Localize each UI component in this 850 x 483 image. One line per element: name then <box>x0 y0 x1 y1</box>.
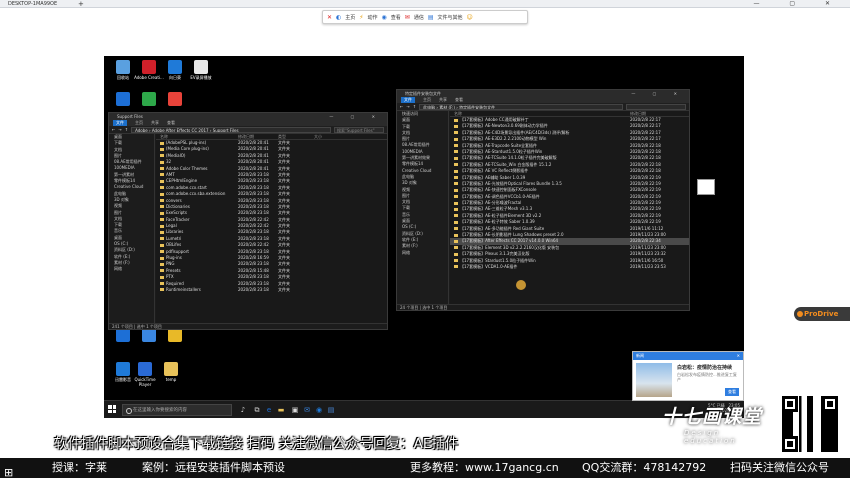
app-icon[interactable]: ◉ <box>314 404 324 416</box>
taskbar-search[interactable]: 在这里输入你要搜索的内容 <box>122 404 232 416</box>
windows-logo-icon: ⊞ <box>4 463 40 479</box>
back-icon[interactable]: ← <box>112 127 115 132</box>
nav-pane: 快速访问 桌面 下载 文档 图片 08.AE常用插件 100MEDIA 第一讲素材效果 零件模板… <box>397 111 449 305</box>
file-name: Runtimeinstallers <box>156 287 238 293</box>
emoji-icon[interactable]: ☺ <box>467 14 473 21</box>
view-icon[interactable]: ◉ <box>382 14 387 21</box>
file-list: 名称 修改日期 类型 大小 (AdobePSL plug-ins) 2020/2/… <box>156 134 387 324</box>
toolbar-view[interactable]: 查看 <box>391 14 401 21</box>
ribbon-view[interactable]: 查看 <box>455 97 463 103</box>
desktop-icon-xigua[interactable] <box>160 328 190 343</box>
news-notification[interactable]: 新闻 ✕ 白岩松：疫情防治在持续 白岩松发布疫情防控...推进复工复产 查看 <box>632 351 744 401</box>
news-text: 白岩松发布疫情防控...推进复工复产 <box>677 372 737 382</box>
store-icon[interactable]: ▣ <box>290 404 300 416</box>
desktop-icon-temp[interactable]: temp <box>156 362 186 382</box>
file-list: 名称 修改日期 【17套模板】Adobe CC通用破解补丁 2020/2/8 22… <box>450 111 689 305</box>
small-window[interactable] <box>697 179 715 195</box>
left-explorer-window: Support Files — ▢ ✕ 文件 主页 共享 查看 ← → ↑ Adobe… <box>108 112 388 330</box>
qr-code <box>779 393 841 455</box>
window-controls[interactable]: — ▢ ✕ <box>753 0 844 8</box>
news-image <box>636 363 672 397</box>
mic-icon[interactable]: ♪ <box>238 404 248 416</box>
col-date[interactable]: 修改日期 <box>238 134 278 139</box>
col-date[interactable]: 修改日期 <box>630 111 680 116</box>
chat-icon[interactable]: ✉ <box>405 14 410 21</box>
toolbar-files[interactable]: 文件与其他 <box>438 14 463 21</box>
path-input[interactable]: 此电脑 › 素材 (F:) › 特定插件安装包文件 <box>419 103 623 110</box>
nav-item[interactable]: 网络 <box>109 266 154 272</box>
close-icon[interactable]: ✕ <box>737 352 740 360</box>
browser-tab-bar: DESKTOP-1MA99OE + — ▢ ✕ <box>0 0 850 8</box>
back-icon[interactable]: ← <box>400 104 403 109</box>
window-title: Support Files — ▢ ✕ <box>109 113 387 120</box>
windows-start-icon[interactable] <box>108 405 116 413</box>
home-icon[interactable]: ◐ <box>336 14 341 21</box>
status-bar: 241 个项目 | 选中 1 个项目 <box>109 323 387 329</box>
col-name[interactable]: 名称 <box>450 111 630 116</box>
ribbon-view[interactable]: 查看 <box>167 120 175 126</box>
cursor-highlight <box>516 280 526 290</box>
file-date: 2019/11/23 23:53 <box>630 263 666 269</box>
col-size[interactable]: 大小 <box>314 134 344 139</box>
ribbon-share[interactable]: 共享 <box>439 97 447 103</box>
desktop-icon-ev[interactable]: EV录屏播放 <box>186 60 216 80</box>
mail-icon[interactable]: ✉ <box>302 404 312 416</box>
address-bar: ← → ↑ Adobe › Adobe After Effects CC 2017 … <box>109 126 387 134</box>
app2-icon[interactable]: ▤ <box>326 404 336 416</box>
prodrive-badge[interactable]: ProDrive <box>794 307 850 321</box>
news-title: 白岩松：疫情防治在持续 <box>677 365 733 371</box>
forward-icon[interactable]: → <box>118 127 121 132</box>
ribbon-file[interactable]: 文件 <box>113 120 127 126</box>
edge-icon[interactable]: e <box>264 404 274 416</box>
bottom-info-bar: ⊞ 授课：字莱 案例：远程安装插件脚本预设 更多教程：www.17gancg.c… <box>0 458 850 479</box>
browser-tab-title[interactable]: DESKTOP-1MA99OE <box>8 1 57 7</box>
case-title: 案例：远程安装插件脚本预设 <box>142 461 285 474</box>
file-icon[interactable]: ▤ <box>428 14 434 21</box>
forward-icon[interactable]: → <box>406 104 409 109</box>
col-type[interactable]: 类型 <box>278 134 314 139</box>
task-view-icon[interactable]: ⧉ <box>252 404 262 416</box>
more-tutorials: 更多教程：www.17gancg.cn <box>410 461 559 474</box>
up-icon[interactable]: ↑ <box>413 104 416 109</box>
scan-follow: 扫码关注微信公众号 <box>730 461 829 474</box>
ribbon-share[interactable]: 共享 <box>151 120 159 126</box>
news-button[interactable]: 查看 <box>725 388 739 396</box>
remote-toolbar: ✕ ◐ 主页 ⚡ 动作 ◉ 查看 ✉ 通信 ▤ 文件与其他 ☺ <box>322 10 528 24</box>
ribbon-file[interactable]: 文件 <box>401 97 415 103</box>
ribbon-home[interactable]: 主页 <box>423 97 431 103</box>
address-bar: ← → ↑ 此电脑 › 素材 (F:) › 特定插件安装包文件 <box>397 103 689 111</box>
up-icon[interactable]: ↑ <box>125 127 128 132</box>
file-date: 2020/2/8 23:18 <box>238 286 269 292</box>
search-input[interactable] <box>626 103 686 110</box>
caption: 软件插件脚本预设合集下载链接 扫码 关注微信公众号回复：AE插件 <box>54 436 459 452</box>
right-explorer-window: 特定插件安装包文件 — ▢ ✕ 文件 主页 共享 查看 ← → ↑ 此电脑 › 素材 … <box>396 89 690 311</box>
toolbar-home[interactable]: 主页 <box>345 14 355 21</box>
instructor: 授课：字莱 <box>52 461 107 474</box>
col-name[interactable]: 名称 <box>156 134 238 139</box>
desktop-icon-xunlei[interactable] <box>160 92 190 107</box>
close-icon[interactable]: ✕ <box>327 14 332 21</box>
window-controls[interactable]: — ▢ ✕ <box>329 113 383 120</box>
toolbar-comm[interactable]: 通信 <box>414 14 424 21</box>
taskbar: 在这里输入你要搜索的内容 ♪ ⧉ e ▬ ▣ ✉ ◉ ▤ 5°C 已晴 23:0… <box>104 400 744 418</box>
brand-logo: 十七画课堂 Design education <box>662 406 763 445</box>
nav-pane: 桌面 下载 文档 图片 08.AE常用插件 100MEDIA 第一讲素材 零件模板14 Crea… <box>109 134 155 324</box>
explorer-icon[interactable]: ▬ <box>276 404 286 416</box>
window-controls[interactable]: — ▢ ✕ <box>631 90 685 97</box>
file-name: 【17套模板】VCDA1.0-AE插件 <box>450 264 630 270</box>
ribbon-home[interactable]: 主页 <box>135 120 143 126</box>
search-input[interactable]: 搜索"Support Files" <box>334 126 384 133</box>
window-title: 特定插件安装包文件 — ▢ ✕ <box>397 90 689 97</box>
new-tab-icon[interactable]: + <box>78 0 84 8</box>
action-icon[interactable]: ⚡ <box>359 14 363 21</box>
table-row[interactable]: Runtimeinstallers 2020/2/8 23:18 文件夹 <box>156 287 387 293</box>
qq-group: QQ交流群：478142792 <box>582 461 707 474</box>
status-bar: 24 个项目 | 选中 1 个项目 <box>397 304 689 310</box>
toolbar-action[interactable]: 动作 <box>368 14 378 21</box>
nav-item[interactable]: 网络 <box>397 250 448 256</box>
path-input[interactable]: Adobe › Adobe After Effects CC 2017 › Su… <box>131 126 331 133</box>
file-type: 文件夹 <box>278 286 290 292</box>
table-row[interactable]: 【17套模板】VCDA1.0-AE插件 2019/11/23 23:53 <box>450 264 689 270</box>
